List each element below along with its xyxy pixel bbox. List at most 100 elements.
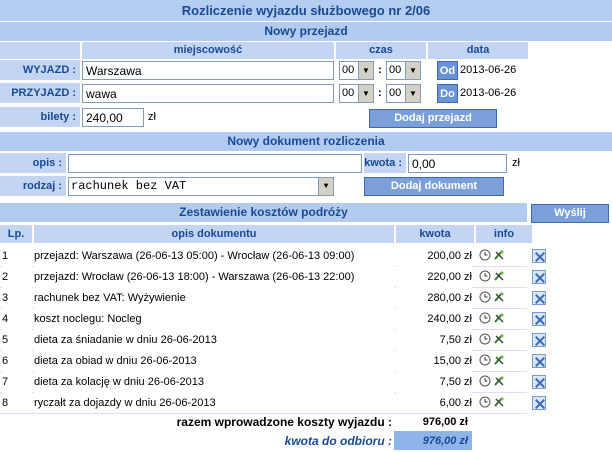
departure-date: 2013-06-26 xyxy=(460,64,517,76)
row-desc: dieta za kolację w dniu 26-06-2013 xyxy=(34,371,394,393)
add-document-button[interactable]: Dodaj dokument xyxy=(364,177,504,196)
row-amount: 200,00 zł xyxy=(396,245,472,267)
clock-icon[interactable] xyxy=(479,333,491,345)
edit-icon[interactable] xyxy=(493,312,505,324)
time-colon: : xyxy=(378,87,382,99)
arrival-date: 2013-06-26 xyxy=(460,87,517,99)
doc-desc-label: opis : xyxy=(0,153,66,173)
new-trip-heading: Nowy przejazd xyxy=(0,22,612,41)
row-lp: 7 xyxy=(2,371,32,393)
total-value: 976,00 zł xyxy=(422,416,468,428)
row-amount: 6,00 zł xyxy=(396,392,472,414)
table-row: 2 przejazd: Wrocław (26-06-13 18:00) - Wa… xyxy=(0,266,516,288)
new-doc-heading: Nowy dokument rozliczenia xyxy=(0,132,612,151)
payout-value: 976,00 zł xyxy=(422,435,468,447)
doc-desc-input[interactable] xyxy=(68,154,362,173)
row-desc: rachunek bez VAT: Wyżywienie xyxy=(34,287,394,309)
row-lp: 8 xyxy=(2,392,32,414)
col-time-header: czas xyxy=(336,42,426,59)
chevron-down-icon: ▼ xyxy=(358,62,373,79)
arrival-minute-value: 00 xyxy=(389,87,402,99)
edit-icon[interactable] xyxy=(493,375,505,387)
chevron-down-icon: ▼ xyxy=(318,178,333,195)
row-amount: 280,00 zł xyxy=(396,287,472,309)
arrival-place-input[interactable] xyxy=(82,84,334,103)
chevron-down-icon: ▼ xyxy=(405,85,420,102)
send-button[interactable]: Wyślij xyxy=(531,204,609,223)
doc-type-label: rodzaj : xyxy=(0,176,66,196)
clock-icon[interactable] xyxy=(479,396,491,408)
col-desc-header: opis dokumentu xyxy=(34,225,394,243)
clock-icon[interactable] xyxy=(479,291,491,303)
table-row: 6 dieta za obiad w dniu 26-06-2013 15,00 z… xyxy=(0,350,516,372)
doc-amount-currency: zł xyxy=(512,157,520,169)
row-lp: 5 xyxy=(2,329,32,351)
clock-icon[interactable] xyxy=(479,354,491,366)
chevron-down-icon: ▼ xyxy=(405,62,420,79)
table-row: 1 przejazd: Warszawa (26-06-13 05:00) - W… xyxy=(0,245,516,267)
row-amount: 15,00 zł xyxy=(396,350,472,372)
clock-icon[interactable] xyxy=(479,249,491,261)
edit-icon[interactable] xyxy=(493,270,505,282)
doc-type-select[interactable]: rachunek bez VAT ▼ xyxy=(68,177,334,196)
edit-icon[interactable] xyxy=(493,333,505,345)
col-info-header: info xyxy=(476,225,532,243)
table-row: 3 rachunek bez VAT: Wyżywienie 280,00 zł xyxy=(0,287,516,309)
departure-minute-select[interactable]: 00 ▼ xyxy=(386,61,421,80)
clock-icon[interactable] xyxy=(479,312,491,324)
doc-type-value: rachunek bez VAT xyxy=(71,179,187,193)
delete-icon[interactable] xyxy=(532,270,546,284)
row-lp: 2 xyxy=(2,266,32,288)
departure-hour-select[interactable]: 00 ▼ xyxy=(339,61,374,80)
delete-icon[interactable] xyxy=(532,375,546,389)
row-lp: 4 xyxy=(2,308,32,330)
delete-icon[interactable] xyxy=(532,333,546,347)
arrival-date-button[interactable]: Do xyxy=(437,84,458,103)
delete-icon[interactable] xyxy=(532,354,546,368)
table-row: 4 koszt noclegu: Nocleg 240,00 zł xyxy=(0,308,516,330)
col-amount-header: kwota xyxy=(396,225,474,243)
delete-icon[interactable] xyxy=(532,312,546,326)
row-amount: 7,50 zł xyxy=(396,329,472,351)
col-place-header: miejscowość xyxy=(82,42,334,59)
tickets-input[interactable] xyxy=(82,108,144,127)
col-date-header: data xyxy=(428,42,528,59)
edit-icon[interactable] xyxy=(493,249,505,261)
arrival-hour-select[interactable]: 00 ▼ xyxy=(339,84,374,103)
page-title: Rozliczenie wyjazdu służbowego nr 2/06 xyxy=(0,0,612,21)
doc-amount-input[interactable] xyxy=(408,154,507,173)
row-desc: przejazd: Warszawa (26-06-13 05:00) - Wr… xyxy=(34,245,394,267)
row-desc: ryczałt za dojazdy w dniu 26-06-2013 xyxy=(34,392,394,414)
edit-icon[interactable] xyxy=(493,354,505,366)
clock-icon[interactable] xyxy=(479,375,491,387)
departure-minute-value: 00 xyxy=(389,64,402,76)
table-row: 5 dieta za śniadanie w dniu 26-06-2013 7,5… xyxy=(0,329,516,351)
arrival-label: PRZYJAZD : xyxy=(0,83,80,103)
arrival-minute-select[interactable]: 00 ▼ xyxy=(386,84,421,103)
departure-place-input[interactable] xyxy=(82,61,334,80)
edit-icon[interactable] xyxy=(493,291,505,303)
payout-label: kwota do odbioru : xyxy=(284,434,392,448)
departure-hour-value: 00 xyxy=(342,64,355,76)
table-row: 8 ryczałt za dojazdy w dniu 26-06-2013 6,0… xyxy=(0,392,516,414)
delete-icon[interactable] xyxy=(532,249,546,263)
row-lp: 1 xyxy=(2,245,32,267)
edit-icon[interactable] xyxy=(493,396,505,408)
clock-icon[interactable] xyxy=(479,270,491,282)
doc-amount-label: kwota : xyxy=(364,153,406,173)
row-desc: koszt noclegu: Nocleg xyxy=(34,308,394,330)
chevron-down-icon: ▼ xyxy=(358,85,373,102)
summary-heading: Zestawienie kosztów podróży xyxy=(0,203,527,222)
delete-icon[interactable] xyxy=(532,396,546,410)
row-desc: dieta za śniadanie w dniu 26-06-2013 xyxy=(34,329,394,351)
add-trip-button[interactable]: Dodaj przejazd xyxy=(369,109,497,128)
total-label: razem wprowadzone koszty wyjazdu : xyxy=(176,415,392,429)
tickets-currency: zł xyxy=(148,111,156,123)
departure-label: WYJAZD : xyxy=(0,60,80,80)
departure-date-button[interactable]: Od xyxy=(437,61,458,80)
row-amount: 240,00 zł xyxy=(396,308,472,330)
row-desc: przejazd: Wrocław (26-06-13 18:00) - War… xyxy=(34,266,394,288)
row-lp: 6 xyxy=(2,350,32,372)
header-spacer xyxy=(0,42,80,59)
delete-icon[interactable] xyxy=(532,291,546,305)
